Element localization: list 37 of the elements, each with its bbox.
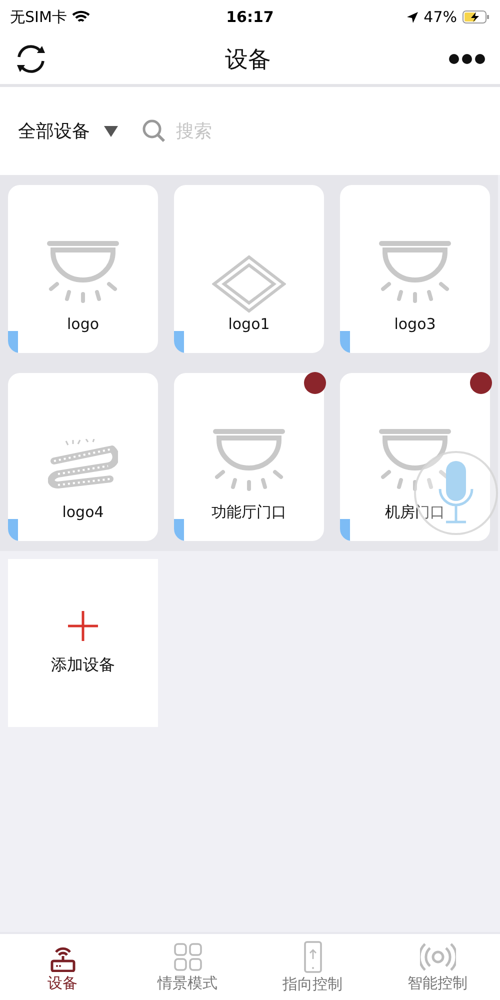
ceiling-lamp-icon xyxy=(45,241,121,303)
clock-text: 16:17 xyxy=(226,8,274,26)
device-name: logo3 xyxy=(394,315,436,333)
carrier-text: 无SIM卡 xyxy=(10,8,67,26)
device-name: 功能厅门口 xyxy=(212,503,286,522)
wifi-icon xyxy=(72,10,90,24)
more-icon[interactable] xyxy=(448,53,486,65)
battery-charging-icon xyxy=(462,10,490,24)
tab[interactable]: 情景模式 xyxy=(125,934,250,1000)
device-card[interactable]: 机房门口 xyxy=(340,373,490,541)
device-card[interactable]: logo xyxy=(8,185,158,353)
device-card[interactable]: logo3 xyxy=(340,185,490,353)
tab[interactable]: 设备 xyxy=(0,934,125,1000)
refresh-icon[interactable] xyxy=(14,42,48,76)
category-dropdown[interactable]: 全部设备 xyxy=(18,119,118,143)
device-name: logo4 xyxy=(62,503,104,521)
plus-icon xyxy=(68,610,98,640)
caret-icon xyxy=(104,126,118,136)
location-arrow-icon xyxy=(406,10,419,24)
ceiling-lamp-icon xyxy=(211,429,287,491)
ceiling-lamp-icon xyxy=(377,241,453,303)
device-card[interactable]: 功能厅门口 xyxy=(174,373,324,541)
device-card[interactable]: logo4 xyxy=(8,373,158,541)
battery-percent: 47% xyxy=(424,8,457,26)
signal-icon xyxy=(420,942,456,972)
tab[interactable]: 智能控制 xyxy=(375,934,500,1000)
device-name: logo1 xyxy=(228,315,270,333)
ceiling-lamp-icon xyxy=(377,429,453,491)
search-icon xyxy=(142,119,166,143)
device-name: 机房门口 xyxy=(385,503,445,522)
device-name: logo xyxy=(66,315,100,333)
diamond-panel-icon xyxy=(212,255,286,313)
add-device-button[interactable]: 添加设备 xyxy=(8,559,158,727)
device-card[interactable]: logo1 xyxy=(174,185,324,353)
page-title: 设备 xyxy=(225,46,271,74)
tab[interactable]: 指向控制 xyxy=(250,934,375,1000)
grid-icon xyxy=(172,942,202,972)
